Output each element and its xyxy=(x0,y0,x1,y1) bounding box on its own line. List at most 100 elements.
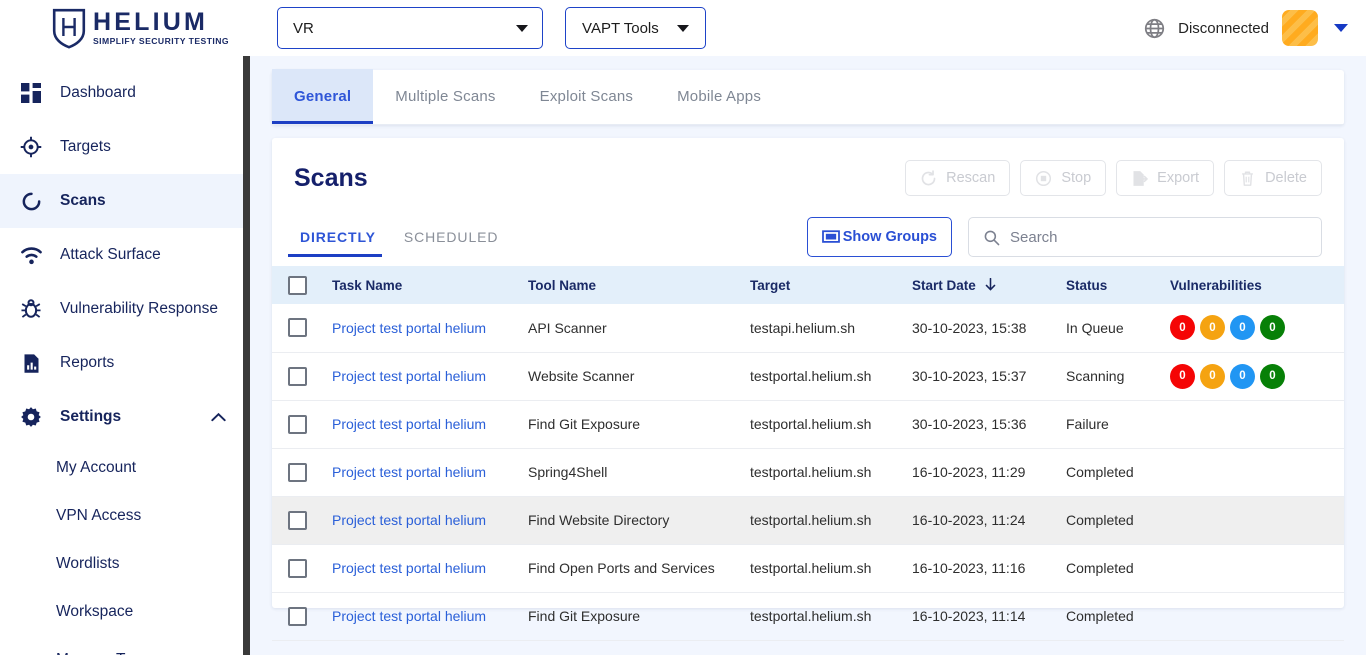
cell-status: Completed xyxy=(1060,448,1164,497)
export-button[interactable]: Export xyxy=(1116,160,1215,196)
subtab-scheduled[interactable]: SCHEDULED xyxy=(390,208,512,266)
cell-vulnerabilities xyxy=(1164,400,1344,449)
vapt-tools-button[interactable]: VAPT Tools xyxy=(565,7,706,49)
sidebar-item-label: Scans xyxy=(60,192,106,209)
table-row[interactable]: Project test portal helium Find Open Port… xyxy=(272,544,1344,593)
vulnerability-badge[interactable]: 0 xyxy=(1230,315,1255,341)
dashboard-icon xyxy=(18,80,44,106)
vulnerability-badge[interactable]: 0 xyxy=(1170,363,1195,389)
sidebar-item-scans[interactable]: Scans xyxy=(0,174,250,228)
task-name-link[interactable]: Project test portal helium xyxy=(332,464,486,480)
sidebar-item-reports[interactable]: Reports xyxy=(0,336,250,390)
row-select-cell xyxy=(272,592,326,641)
cell-tool-name: Website Scanner xyxy=(522,352,744,401)
cell-vulnerabilities xyxy=(1164,592,1344,641)
delete-label: Delete xyxy=(1265,170,1307,186)
sidebar-item-attack-surface[interactable]: Attack Surface xyxy=(0,228,250,282)
sidebar-item-settings[interactable]: Settings xyxy=(0,390,250,444)
vulnerability-badge[interactable]: 0 xyxy=(1230,363,1255,389)
sidebar-item-targets[interactable]: Targets xyxy=(0,120,250,174)
task-name-link[interactable]: Project test portal helium xyxy=(332,512,486,528)
column-header-vulnerabilities[interactable]: Vulnerabilities xyxy=(1164,266,1344,304)
sidebar-item-my-account[interactable]: My Account xyxy=(0,444,250,492)
target-icon xyxy=(18,134,44,160)
row-checkbox[interactable] xyxy=(288,462,307,482)
cell-tool-name: Find Git Exposure xyxy=(522,400,744,449)
tab-exploit-scans[interactable]: Exploit Scans xyxy=(518,69,655,124)
stop-button[interactable]: Stop xyxy=(1020,160,1107,196)
cell-task-name[interactable]: Project test portal helium xyxy=(326,352,522,401)
task-name-link[interactable]: Project test portal helium xyxy=(332,560,486,576)
row-checkbox[interactable] xyxy=(288,510,307,530)
sidebar-item-vulnerability-response[interactable]: Vulnerability Response xyxy=(0,282,250,336)
account-chevron-down-icon[interactable] xyxy=(1334,24,1348,32)
column-header-start-date[interactable]: Start Date xyxy=(906,266,1060,304)
rescan-button[interactable]: Rescan xyxy=(905,160,1011,196)
subtab-directly[interactable]: DIRECTLY xyxy=(286,208,390,266)
sidebar-item-wordlists[interactable]: Wordlists xyxy=(0,540,250,588)
column-header-tool-name[interactable]: Tool Name xyxy=(522,266,744,304)
scan-icon xyxy=(18,188,44,214)
show-groups-button[interactable]: Show Groups xyxy=(806,217,952,257)
chevron-up-icon[interactable] xyxy=(211,412,226,422)
stop-icon xyxy=(1036,170,1052,186)
project-select[interactable]: VR xyxy=(277,7,544,49)
sidebar-item-manage-team[interactable]: Manage Team xyxy=(0,636,250,655)
search-box[interactable] xyxy=(968,217,1322,257)
cell-start-date: 16-10-2023, 11:29 xyxy=(906,448,1060,497)
cell-tool-name: Find Website Directory xyxy=(522,496,744,545)
vulnerability-badge[interactable]: 0 xyxy=(1200,363,1225,389)
row-checkbox[interactable] xyxy=(288,558,307,578)
tab-label: Mobile Apps xyxy=(677,88,762,105)
avatar[interactable] xyxy=(1282,10,1318,46)
table-row[interactable]: Project test portal helium Spring4Shell te… xyxy=(272,448,1344,497)
tab-multiple-scans[interactable]: Multiple Scans xyxy=(373,69,517,124)
column-header-task-name[interactable]: Task Name xyxy=(326,266,522,304)
tab-mobile-apps[interactable]: Mobile Apps xyxy=(655,69,783,124)
row-checkbox[interactable] xyxy=(288,414,307,434)
task-name-link[interactable]: Project test portal helium xyxy=(332,320,486,336)
table-row[interactable]: Project test portal helium Find Website D… xyxy=(272,496,1344,545)
table-row[interactable]: Project test portal helium Website Scanne… xyxy=(272,352,1344,401)
sidebar-item-label: Attack Surface xyxy=(60,246,161,263)
table-row[interactable]: Project test portal helium Find Git Expos… xyxy=(272,592,1344,641)
row-checkbox[interactable] xyxy=(288,606,307,626)
vulnerability-badge[interactable]: 0 xyxy=(1260,363,1285,389)
table-row[interactable]: Project test portal helium API Scanner tes… xyxy=(272,304,1344,353)
cell-start-date: 16-10-2023, 11:24 xyxy=(906,496,1060,545)
vulnerability-badge[interactable]: 0 xyxy=(1170,315,1195,341)
task-name-link[interactable]: Project test portal helium xyxy=(332,416,486,432)
sidebar-scrollbar[interactable] xyxy=(243,56,250,655)
vulnerability-badge[interactable]: 0 xyxy=(1200,315,1225,341)
tab-label: General xyxy=(294,88,352,105)
sidebar-item-dashboard[interactable]: Dashboard xyxy=(0,66,250,120)
vulnerability-badges: 0000 xyxy=(1170,315,1338,341)
select-all-checkbox[interactable] xyxy=(288,275,307,295)
row-checkbox[interactable] xyxy=(288,318,307,338)
sub-tab-bar: DIRECTLY SCHEDULED xyxy=(286,208,512,266)
cell-task-name[interactable]: Project test portal helium xyxy=(326,400,522,449)
cell-task-name[interactable]: Project test portal helium xyxy=(326,592,522,641)
cell-task-name[interactable]: Project test portal helium xyxy=(326,544,522,593)
logo-tagline: SIMPLIFY SECURITY TESTING xyxy=(93,35,230,46)
vulnerability-badge[interactable]: 0 xyxy=(1260,315,1285,341)
search-input[interactable] xyxy=(1010,228,1307,246)
project-select-value: VR xyxy=(293,19,314,37)
column-header-target[interactable]: Target xyxy=(744,266,906,304)
helium-logo[interactable]: HELIUM SIMPLIFY SECURITY TESTING xyxy=(52,7,229,49)
sidebar-item-label: Targets xyxy=(60,138,111,155)
cell-task-name[interactable]: Project test portal helium xyxy=(326,304,522,353)
table-row[interactable]: Project test portal helium Find Git Expos… xyxy=(272,400,1344,449)
sidebar-item-workspace[interactable]: Workspace xyxy=(0,588,250,636)
row-checkbox[interactable] xyxy=(288,366,307,386)
cell-task-name[interactable]: Project test portal helium xyxy=(326,448,522,497)
cell-task-name[interactable]: Project test portal helium xyxy=(326,496,522,545)
cell-target: testportal.helium.sh xyxy=(744,400,906,449)
sidebar-item-vpn-access[interactable]: VPN Access xyxy=(0,492,250,540)
tab-general[interactable]: General xyxy=(272,69,374,124)
task-name-link[interactable]: Project test portal helium xyxy=(332,608,486,624)
task-name-link[interactable]: Project test portal helium xyxy=(332,368,486,384)
sidebar: Dashboard Targets Scans Attack Surface V… xyxy=(0,56,250,655)
column-header-status[interactable]: Status xyxy=(1060,266,1164,304)
delete-button[interactable]: Delete xyxy=(1224,160,1322,196)
